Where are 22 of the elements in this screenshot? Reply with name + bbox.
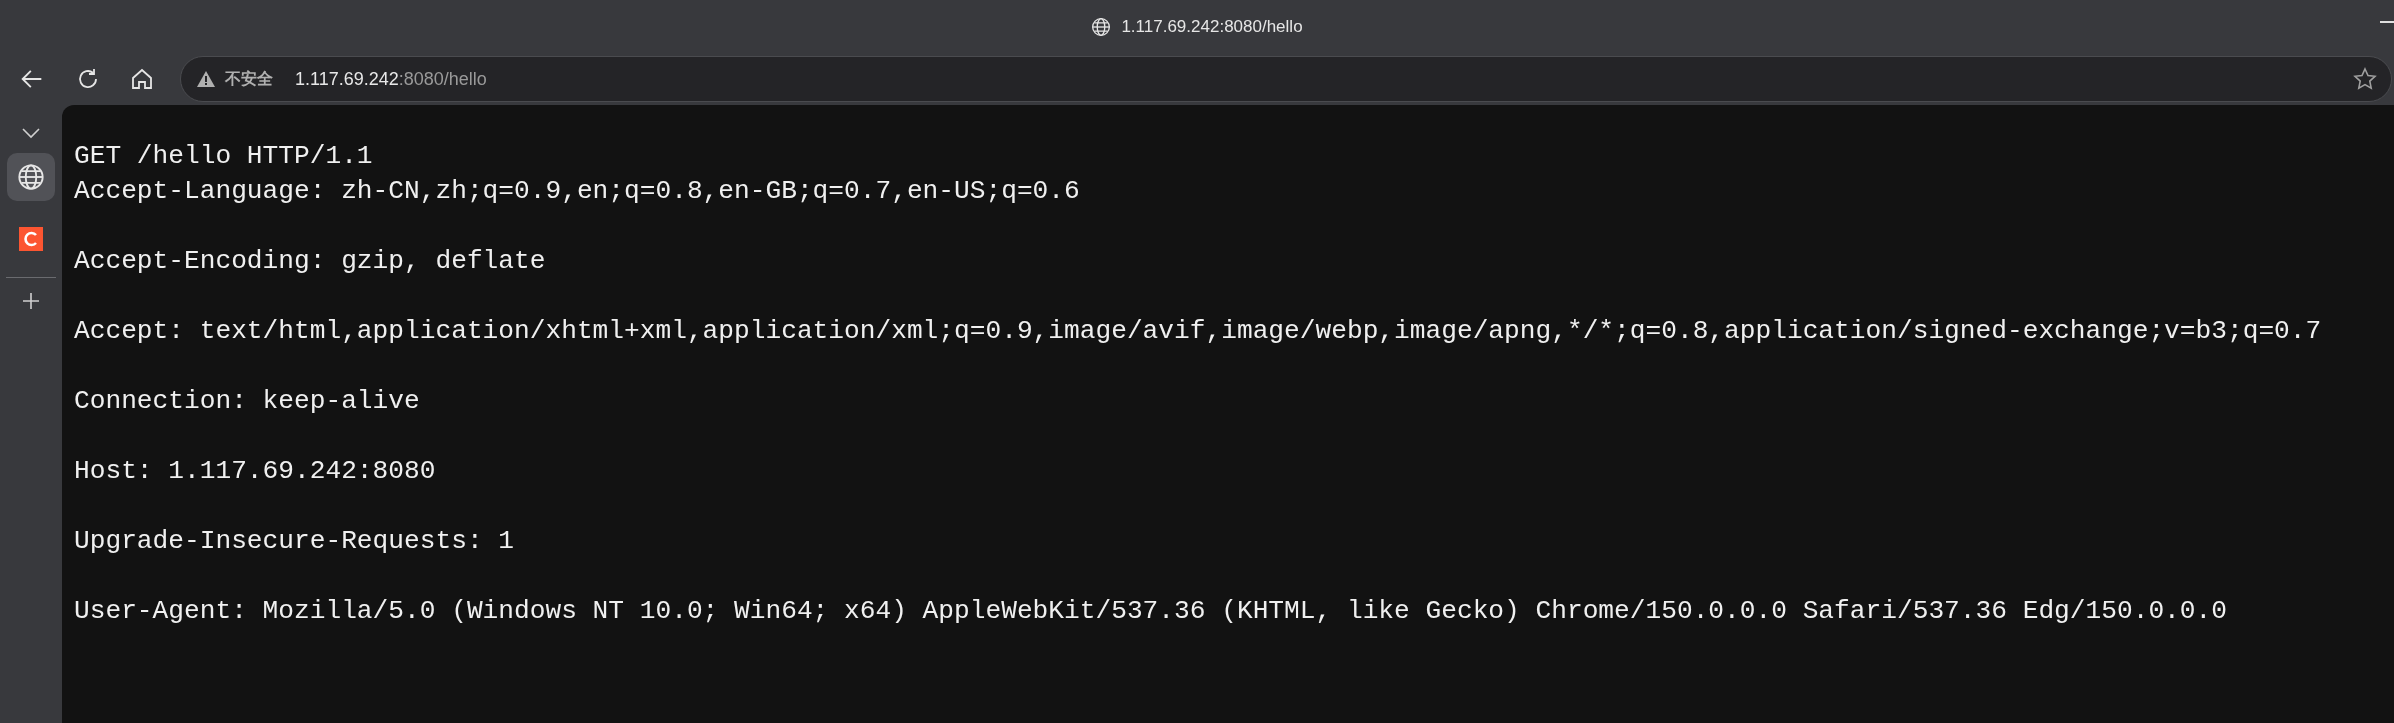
header-line: Accept-Encoding: gzip, deflate — [74, 245, 547, 278]
globe-icon — [1091, 16, 1112, 37]
address-bar[interactable]: 不安全 1.117.69.242:8080/hello — [180, 56, 2392, 102]
header-line: Accept-Language: zh-CN,zh;q=0.9,en;q=0.8,en-GB;q=0.7,en-US;q=0.6 — [74, 175, 1081, 208]
url-text: 1.117.69.242:8080/hello — [295, 68, 488, 90]
header-line: User-Agent: Mozilla/5.0 (Windows NT 10.0; Win64; x64) AppleWebKit/537.36 (KHTML, like Gecko) Chrome/150.0.0.0 Safari/537.36 Edg/150.0.0.0 — [74, 595, 2228, 628]
header-line: Upgrade-Insecure-Requests: 1 — [74, 525, 516, 558]
request-line: GET /hello HTTP/1.1 — [74, 140, 374, 173]
security-label: 不安全 — [225, 68, 273, 89]
chevron-down-icon[interactable] — [22, 127, 40, 139]
globe-icon — [17, 163, 45, 191]
sidebar-tab[interactable] — [7, 153, 55, 201]
warning-icon — [197, 71, 215, 87]
header-line: Accept: text/html,application/xhtml+xml,application/xml;q=0.9,image/avif,image/webp,image/apng,*/*;q=0.8,application/signed-exchange;v=b3;q=0.7 — [74, 315, 2323, 348]
refresh-icon[interactable] — [76, 67, 100, 91]
star-icon[interactable] — [2353, 67, 2377, 91]
window-title: 1.117.69.242:8080/hello — [1121, 16, 1303, 37]
c-logo-icon — [19, 227, 43, 251]
header-line: Host: 1.117.69.242:8080 — [74, 455, 437, 488]
home-icon[interactable] — [130, 67, 154, 91]
plus-icon[interactable] — [22, 292, 40, 310]
header-line: Connection: keep-alive — [74, 385, 421, 418]
